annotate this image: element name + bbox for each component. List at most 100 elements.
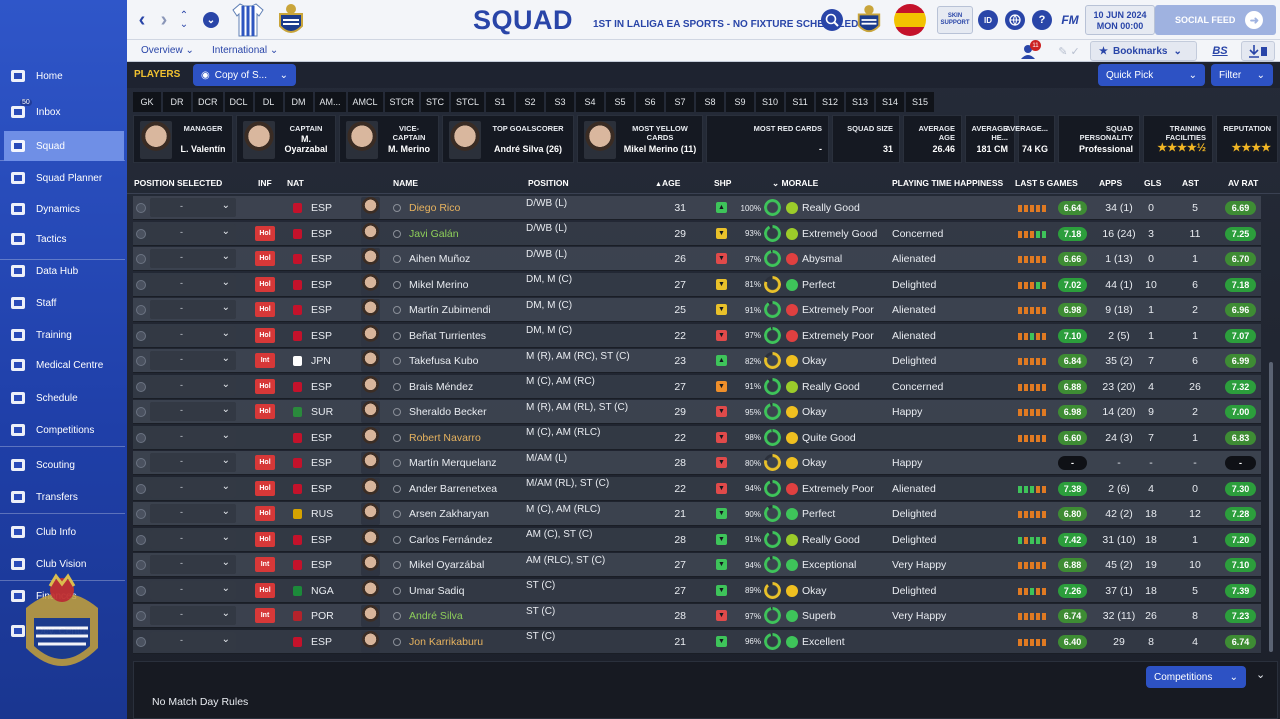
sidebar-item-transfers[interactable]: Transfers bbox=[0, 482, 127, 512]
competitions-button[interactable]: Competitions ⌄ bbox=[1146, 666, 1246, 688]
col-ast[interactable]: AST bbox=[1182, 178, 1199, 188]
player-name[interactable]: Sheraldo Becker bbox=[409, 400, 487, 424]
position-select-dropdown[interactable]: - ⌄ bbox=[150, 198, 236, 217]
position-select-dropdown[interactable]: - ⌄ bbox=[150, 453, 236, 472]
table-row[interactable]: - ⌄ Hol ESP Mikel Merino DM, M (C) 27 ▼ 81% Perfe… bbox=[133, 272, 1261, 297]
position-chip[interactable]: AMCL bbox=[347, 92, 383, 112]
position-select-dropdown[interactable]: - ⌄ bbox=[150, 478, 236, 498]
table-row[interactable]: - ⌄ Int JPN Takefusa Kubo M (R), AM (RC), ST … bbox=[133, 349, 1261, 373]
sidebar-item-schedule[interactable]: Schedule bbox=[0, 383, 127, 413]
info-card[interactable]: MANAGER L. Valentín bbox=[133, 115, 233, 163]
player-name[interactable]: Martín Zubimendi bbox=[409, 298, 491, 322]
sidebar-item-competitions[interactable]: Competitions bbox=[0, 415, 127, 445]
select-radio[interactable] bbox=[136, 407, 146, 417]
position-select-dropdown[interactable]: - ⌄ bbox=[150, 351, 236, 370]
forward-arrow-icon[interactable]: › bbox=[155, 9, 173, 31]
sidebar-item-dynamics[interactable]: Dynamics bbox=[0, 194, 127, 224]
select-radio[interactable] bbox=[136, 585, 146, 596]
dropdown-circle-icon[interactable]: ⌄ bbox=[203, 12, 219, 28]
position-select-dropdown[interactable]: - ⌄ bbox=[150, 274, 236, 294]
select-radio[interactable] bbox=[136, 509, 146, 519]
col-gls[interactable]: GLS bbox=[1144, 178, 1161, 188]
select-radio[interactable] bbox=[136, 483, 146, 494]
position-select-dropdown[interactable]: - ⌄ bbox=[150, 504, 236, 523]
position-chip[interactable]: S8 bbox=[696, 92, 725, 112]
globe-search-icon[interactable] bbox=[821, 9, 843, 31]
position-select-dropdown[interactable]: - ⌄ bbox=[150, 606, 236, 625]
position-chip[interactable]: STCR bbox=[384, 92, 420, 112]
info-card[interactable]: REPUTATION ★★★★ bbox=[1216, 115, 1278, 163]
social-feed-button[interactable]: SOCIAL FEED ➜ bbox=[1155, 5, 1276, 35]
col-name[interactable]: NAME bbox=[393, 178, 418, 188]
select-radio[interactable] bbox=[136, 305, 146, 315]
select-radio[interactable] bbox=[136, 279, 146, 290]
position-chip[interactable]: S3 bbox=[546, 92, 575, 112]
club-badge-small-icon[interactable] bbox=[853, 2, 885, 38]
player-name[interactable]: Mikel Oyarzábal bbox=[409, 553, 484, 577]
player-name[interactable]: Martín Merquelanz bbox=[409, 451, 497, 475]
table-row[interactable]: - ⌄ ESP Diego Rico D/WB (L) 31 ▲ 100% Really Goo… bbox=[133, 196, 1261, 220]
position-chip[interactable]: STC bbox=[421, 92, 450, 112]
position-chip[interactable]: S15 bbox=[906, 92, 935, 112]
position-chip[interactable]: S2 bbox=[516, 92, 545, 112]
position-select-dropdown[interactable]: - ⌄ bbox=[150, 300, 236, 319]
position-select-dropdown[interactable]: - ⌄ bbox=[150, 249, 236, 268]
position-select-dropdown[interactable]: - ⌄ bbox=[150, 427, 236, 447]
sidebar-item-staff[interactable]: Staff bbox=[0, 288, 127, 318]
info-card[interactable]: TOP GOALSCORER André Silva (26) bbox=[442, 115, 574, 163]
col-shp[interactable]: SHP bbox=[714, 178, 731, 188]
edit-check-icon[interactable]: ✎ ✓ bbox=[1049, 42, 1089, 60]
info-card[interactable]: AVERAGE AGE 26.46 bbox=[903, 115, 962, 163]
sidebar-item-club-info[interactable]: Club Info bbox=[0, 517, 127, 547]
col-age[interactable]: ▲AGE bbox=[655, 178, 680, 188]
sidebar-item-medical-centre[interactable]: Medical Centre bbox=[0, 350, 127, 380]
info-card[interactable]: AVERAGE HE... 181 CM bbox=[965, 115, 1015, 163]
international-menu[interactable]: International ⌄ bbox=[212, 45, 278, 56]
player-name[interactable]: Jon Karrikaburu bbox=[409, 630, 483, 654]
filter-button[interactable]: Filter ⌄ bbox=[1211, 64, 1273, 86]
fm-logo-button[interactable]: FM bbox=[1058, 9, 1082, 31]
position-chip[interactable]: STCL bbox=[451, 92, 485, 112]
spain-flag-icon[interactable] bbox=[894, 4, 926, 36]
info-card[interactable]: TRAINING FACILITIES ★★★★½ bbox=[1143, 115, 1213, 163]
select-radio[interactable] bbox=[136, 458, 146, 468]
table-row[interactable]: - ⌄ Hol RUS Arsen Zakharyan M (C), AM (RLC) 21… bbox=[133, 502, 1261, 526]
info-card[interactable]: SQUAD PERSONALITY Professional bbox=[1058, 115, 1140, 163]
position-select-dropdown[interactable]: - ⌄ bbox=[150, 376, 236, 396]
col-position-selected[interactable]: POSITION SELECTED bbox=[134, 178, 222, 188]
sidebar-item-training[interactable]: Training bbox=[0, 320, 127, 350]
position-select-dropdown[interactable]: - ⌄ bbox=[150, 555, 236, 574]
col-position[interactable]: POSITION bbox=[528, 178, 569, 188]
position-chip[interactable]: S9 bbox=[726, 92, 755, 112]
view-selector[interactable]: ◉ Copy of S... ⌄ bbox=[193, 64, 296, 86]
table-row[interactable]: - ⌄ Hol ESP Javi Galán D/WB (L) 29 ▼ 93% Extremel… bbox=[133, 221, 1261, 246]
info-card[interactable]: MOST RED CARDS - bbox=[706, 115, 829, 163]
table-row[interactable]: - ⌄ Hol SUR Sheraldo Becker M (R), AM (RL), S… bbox=[133, 400, 1261, 424]
position-chip[interactable]: S1 bbox=[486, 92, 515, 112]
select-radio[interactable] bbox=[136, 381, 146, 392]
player-name[interactable]: Brais Méndez bbox=[409, 375, 473, 399]
table-row[interactable]: - ⌄ Hol NGA Umar Sadiq ST (C) 27 ▼ 89% Okay Deligh… bbox=[133, 578, 1261, 603]
col-morale[interactable]: ⌄ MORALE bbox=[772, 178, 818, 189]
help-icon[interactable]: ? bbox=[1032, 10, 1052, 30]
position-chip[interactable]: DCR bbox=[193, 92, 223, 112]
table-row[interactable]: - ⌄ Int POR André Silva ST (C) 28 ▼ 97% Superb Ver… bbox=[133, 604, 1261, 628]
player-name[interactable]: Aihen Muñoz bbox=[409, 247, 470, 271]
info-card[interactable]: VICE-CAPTAIN M. Merino bbox=[339, 115, 439, 163]
select-radio[interactable] bbox=[136, 560, 146, 570]
select-radio[interactable] bbox=[136, 356, 146, 366]
table-row[interactable]: - ⌄ Hol ESP Martín Zubimendi DM, M (C) 25 ▼ 91% E… bbox=[133, 298, 1261, 322]
player-name[interactable]: Takefusa Kubo bbox=[409, 349, 478, 373]
download-icon[interactable] bbox=[1241, 41, 1275, 61]
position-chip[interactable]: S7 bbox=[666, 92, 695, 112]
position-chip[interactable]: DR bbox=[163, 92, 191, 112]
position-chip[interactable]: S14 bbox=[876, 92, 905, 112]
position-chip[interactable]: S4 bbox=[576, 92, 605, 112]
overview-menu[interactable]: Overview ⌄ bbox=[141, 45, 194, 56]
sidebar-item-home[interactable]: Home bbox=[0, 61, 127, 91]
col-inf[interactable]: INF bbox=[258, 178, 272, 188]
col-apps[interactable]: APPS bbox=[1099, 178, 1122, 188]
position-select-dropdown[interactable]: - ⌄ bbox=[150, 529, 236, 549]
select-radio[interactable] bbox=[136, 611, 146, 621]
info-card[interactable]: CAPTAIN M. Oyarzabal bbox=[236, 115, 336, 163]
